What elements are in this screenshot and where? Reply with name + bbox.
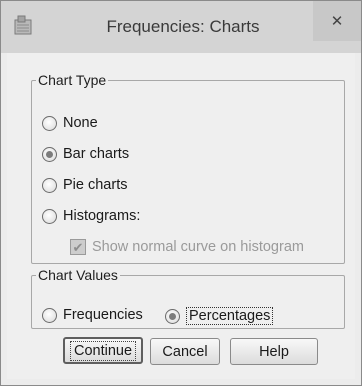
radio-bar-charts[interactable]: Bar charts <box>42 146 129 162</box>
chart-type-group: Chart Type None Bar charts Pie charts Hi… <box>31 72 345 264</box>
radio-none[interactable]: None <box>42 115 98 131</box>
radio-none-button[interactable] <box>42 115 57 131</box>
title-bar[interactable]: Frequencies: Charts ✕ <box>1 1 361 53</box>
dialog-body: Chart Type None Bar charts Pie charts Hi… <box>7 53 355 379</box>
cancel-button-label: Cancel <box>162 343 208 360</box>
chart-type-legend: Chart Type <box>38 72 107 88</box>
radio-histograms-label: Histograms: <box>63 208 141 224</box>
chart-values-group: Chart Values Frequencies Percentages <box>31 267 345 329</box>
checkmark-icon: ✔ <box>72 239 84 255</box>
chart-values-legend: Chart Values <box>38 267 118 283</box>
help-button[interactable]: Help <box>230 338 318 365</box>
radio-histograms[interactable]: Histograms: <box>42 208 140 224</box>
radio-none-label: None <box>63 115 98 131</box>
radio-frequencies[interactable]: Frequencies <box>42 307 143 323</box>
continue-button[interactable]: Continue <box>63 337 143 364</box>
continue-button-label: Continue <box>69 340 137 361</box>
radio-pie-charts[interactable]: Pie charts <box>42 177 127 193</box>
window-title: Frequencies: Charts <box>106 17 260 36</box>
close-button[interactable]: ✕ <box>313 1 361 41</box>
radio-pie-charts-button[interactable] <box>42 177 57 193</box>
cancel-button[interactable]: Cancel <box>150 338 220 365</box>
radio-bar-charts-button[interactable] <box>42 146 57 162</box>
radio-bar-charts-label: Bar charts <box>63 146 130 162</box>
radio-percentages-label: Percentages <box>186 307 274 325</box>
normal-curve-label: Show normal curve on histogram <box>92 239 304 255</box>
radio-pie-charts-label: Pie charts <box>63 177 128 193</box>
close-icon: ✕ <box>330 13 344 30</box>
radio-percentages-button[interactable] <box>165 308 180 324</box>
help-button-label: Help <box>259 343 289 360</box>
radio-frequencies-label: Frequencies <box>63 307 143 323</box>
radio-histograms-button[interactable] <box>42 208 57 224</box>
app-icon <box>14 14 36 36</box>
radio-frequencies-button[interactable] <box>42 307 57 323</box>
normal-curve-checkbox[interactable]: ✔ <box>70 239 86 255</box>
normal-curve-option[interactable]: ✔ Show normal curve on histogram <box>70 239 304 255</box>
radio-percentages[interactable]: Percentages <box>165 307 274 325</box>
frequencies-charts-dialog: Frequencies: Charts ✕ Chart Type None Ba… <box>0 0 362 386</box>
